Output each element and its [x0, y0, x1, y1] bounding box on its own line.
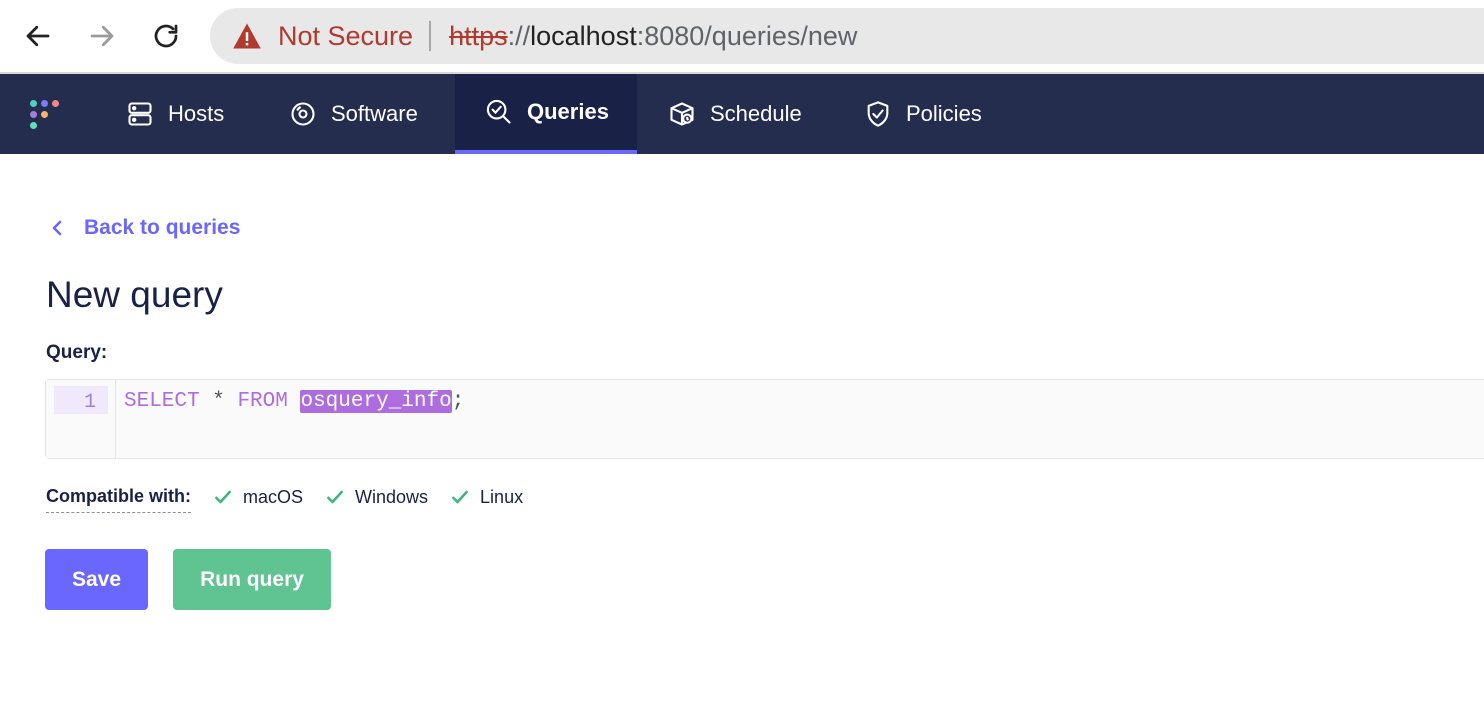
nav-item-policies[interactable]: Policies	[848, 74, 998, 154]
url-path: /queries/new	[704, 20, 858, 51]
platform-label: macOS	[243, 486, 304, 507]
nav-label-schedule: Schedule	[710, 101, 802, 126]
url-host: localhost	[530, 20, 637, 51]
platform-label: Windows	[355, 486, 429, 507]
check-icon	[215, 490, 231, 504]
nav-item-hosts[interactable]: Hosts	[110, 74, 240, 154]
omnibox-divider	[429, 21, 432, 51]
sql-editor[interactable]: 1 SELECT * FROM osquery_info;	[45, 379, 1484, 459]
shield-check-icon	[867, 101, 889, 127]
nav-item-queries[interactable]: Queries	[455, 74, 637, 154]
platform-linux: Linux	[450, 487, 523, 513]
url-separator: ://	[507, 20, 531, 51]
platform-macos: macOS	[213, 487, 303, 513]
nav-label-queries: Queries	[527, 99, 609, 124]
keyword-from: FROM	[237, 390, 288, 413]
token-semicolon: ;	[451, 390, 465, 413]
url-scheme: https	[449, 20, 508, 51]
back-link-label: Back to queries	[84, 216, 241, 239]
reload-icon[interactable]	[144, 14, 188, 58]
forward-arrow-icon[interactable]	[80, 14, 124, 58]
nav-label-software: Software	[331, 101, 418, 126]
platform-label: Linux	[480, 486, 524, 507]
nav-item-schedule[interactable]: Schedule	[652, 74, 818, 154]
top-navigation: Hosts Software Queries Schedule Policies	[0, 74, 1484, 154]
chevron-left-icon	[52, 220, 62, 236]
save-button[interactable]: Save	[45, 549, 148, 610]
not-secure-label: Not Secure	[278, 20, 414, 51]
disc-icon	[291, 102, 315, 126]
url-port: :8080	[636, 20, 705, 51]
back-to-queries-link[interactable]: Back to queries	[46, 216, 240, 240]
token-star: *	[199, 390, 238, 413]
nav-label-hosts: Hosts	[168, 101, 225, 126]
query-magnifier-icon	[486, 99, 511, 124]
check-icon	[327, 490, 343, 504]
platform-windows: Windows	[325, 487, 428, 513]
table-identifier-selected: osquery_info	[300, 390, 452, 413]
page-title: New query	[46, 274, 223, 315]
editor-gutter: 1	[46, 380, 116, 458]
check-icon	[452, 490, 468, 504]
server-icon	[128, 102, 152, 126]
warning-icon	[233, 23, 261, 49]
code-line[interactable]: SELECT * FROM osquery_info;	[124, 388, 464, 416]
nav-item-software[interactable]: Software	[273, 74, 434, 154]
nav-label-policies: Policies	[906, 101, 982, 126]
schedule-box-icon	[670, 102, 694, 126]
browser-chrome: Not Secure https :// localhost :8080 /qu…	[0, 0, 1484, 74]
fleet-logo-icon[interactable]	[28, 98, 64, 134]
address-bar[interactable]: Not Secure https :// localhost :8080 /qu…	[210, 8, 1484, 64]
back-arrow-icon[interactable]	[16, 14, 60, 58]
keyword-select: SELECT	[124, 390, 200, 413]
query-label: Query:	[46, 342, 108, 363]
compatible-with-label[interactable]: Compatible with:	[46, 486, 191, 513]
line-number: 1	[54, 386, 108, 414]
compatibility-row: Compatible with: macOS Windows Linux	[46, 486, 545, 513]
run-query-button[interactable]: Run query	[173, 549, 331, 610]
